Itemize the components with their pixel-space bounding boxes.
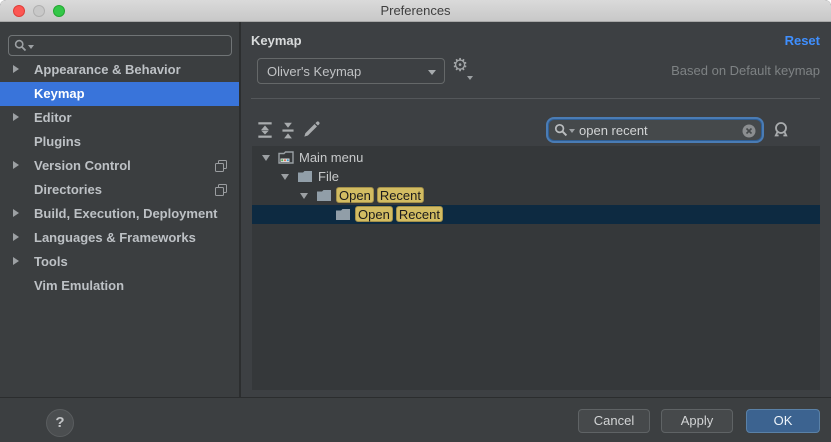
sidebar-item-plugins[interactable]: Plugins: [0, 130, 239, 154]
sidebar-item-keymap[interactable]: Keymap: [0, 82, 239, 106]
project-scheme-icon: [215, 184, 227, 196]
chevron-down-icon[interactable]: [300, 193, 308, 199]
sidebar-item-version-control[interactable]: Version Control: [0, 154, 239, 178]
tree-row-open-recent-selected[interactable]: OpenRecent: [252, 205, 820, 224]
keymap-scheme-select[interactable]: Oliver's Keymap: [257, 58, 445, 84]
folder-icon: [316, 188, 332, 203]
chevron-right-icon[interactable]: [13, 113, 19, 121]
project-scheme-icon: [215, 160, 227, 172]
sidebar-item-editor[interactable]: Editor: [0, 106, 239, 130]
folder-icon: [335, 207, 351, 222]
action-search-box[interactable]: [548, 119, 762, 141]
cancel-button[interactable]: Cancel: [578, 409, 650, 433]
folder-icon: [297, 169, 313, 184]
chevron-down-icon: [467, 76, 473, 80]
match-highlight: Recent: [377, 187, 424, 203]
settings-sidebar: Appearance & Behavior Keymap Editor Plug…: [0, 22, 241, 397]
clear-icon[interactable]: [742, 124, 756, 138]
chevron-down-icon[interactable]: [262, 155, 270, 161]
match-highlight: Open: [355, 206, 393, 222]
chevron-right-icon[interactable]: [13, 209, 19, 217]
sidebar-item-languages[interactable]: Languages & Frameworks: [0, 226, 239, 250]
settings-category-list: Appearance & Behavior Keymap Editor Plug…: [0, 58, 239, 298]
reset-link[interactable]: Reset: [785, 33, 820, 48]
chevron-down-icon: [28, 45, 34, 49]
ok-button[interactable]: OK: [746, 409, 820, 433]
action-search-input[interactable]: [579, 121, 729, 139]
gear-icon[interactable]: ⚙: [452, 55, 468, 76]
search-icon: [554, 123, 568, 138]
keymap-panel: Keymap Reset Oliver's Keymap ⚙ Based on …: [241, 22, 831, 397]
keymap-scheme-value: Oliver's Keymap: [267, 64, 361, 79]
edit-icon[interactable]: [301, 120, 321, 140]
tree-row-file[interactable]: File: [252, 167, 820, 186]
sidebar-item-vim-emulation[interactable]: Vim Emulation: [0, 274, 239, 298]
chevron-right-icon[interactable]: [13, 161, 19, 169]
dialog-footer: ? Cancel Apply OK: [0, 397, 831, 442]
help-button[interactable]: ?: [46, 409, 74, 437]
chevron-down-icon[interactable]: [281, 174, 289, 180]
settings-search-box[interactable]: [8, 35, 232, 56]
sidebar-item-tools[interactable]: Tools: [0, 250, 239, 274]
window-title: Preferences: [0, 3, 831, 18]
collapse-all-icon[interactable]: [278, 120, 298, 140]
sidebar-item-build-execution[interactable]: Build, Execution, Deployment: [0, 202, 239, 226]
chevron-right-icon[interactable]: [13, 65, 19, 73]
preferences-dialog: Preferences Appearance & Behavior Keymap…: [0, 0, 831, 442]
chevron-down-icon: [428, 70, 436, 75]
match-highlight: Recent: [396, 206, 443, 222]
chevron-right-icon[interactable]: [13, 257, 19, 265]
match-highlight: Open: [336, 187, 374, 203]
chevron-down-icon: [569, 129, 575, 133]
main-menu-icon: [278, 150, 294, 165]
page-title: Keymap: [251, 33, 302, 48]
titlebar: Preferences: [0, 0, 831, 22]
tree-row-main-menu[interactable]: Main menu: [252, 148, 820, 167]
find-by-shortcut-icon[interactable]: [771, 120, 791, 140]
header-divider: [251, 98, 820, 99]
apply-button[interactable]: Apply: [661, 409, 733, 433]
chevron-right-icon[interactable]: [13, 233, 19, 241]
settings-search-input[interactable]: [37, 37, 227, 54]
sidebar-item-appearance[interactable]: Appearance & Behavior: [0, 58, 239, 82]
sidebar-item-directories[interactable]: Directories: [0, 178, 239, 202]
expand-all-icon[interactable]: [255, 120, 275, 140]
based-on-label: Based on Default keymap: [671, 63, 820, 78]
tree-row-open-recent[interactable]: OpenRecent: [252, 186, 820, 205]
keymap-tree: Main menu File OpenRecent Ope: [252, 146, 820, 390]
search-icon: [14, 39, 27, 53]
